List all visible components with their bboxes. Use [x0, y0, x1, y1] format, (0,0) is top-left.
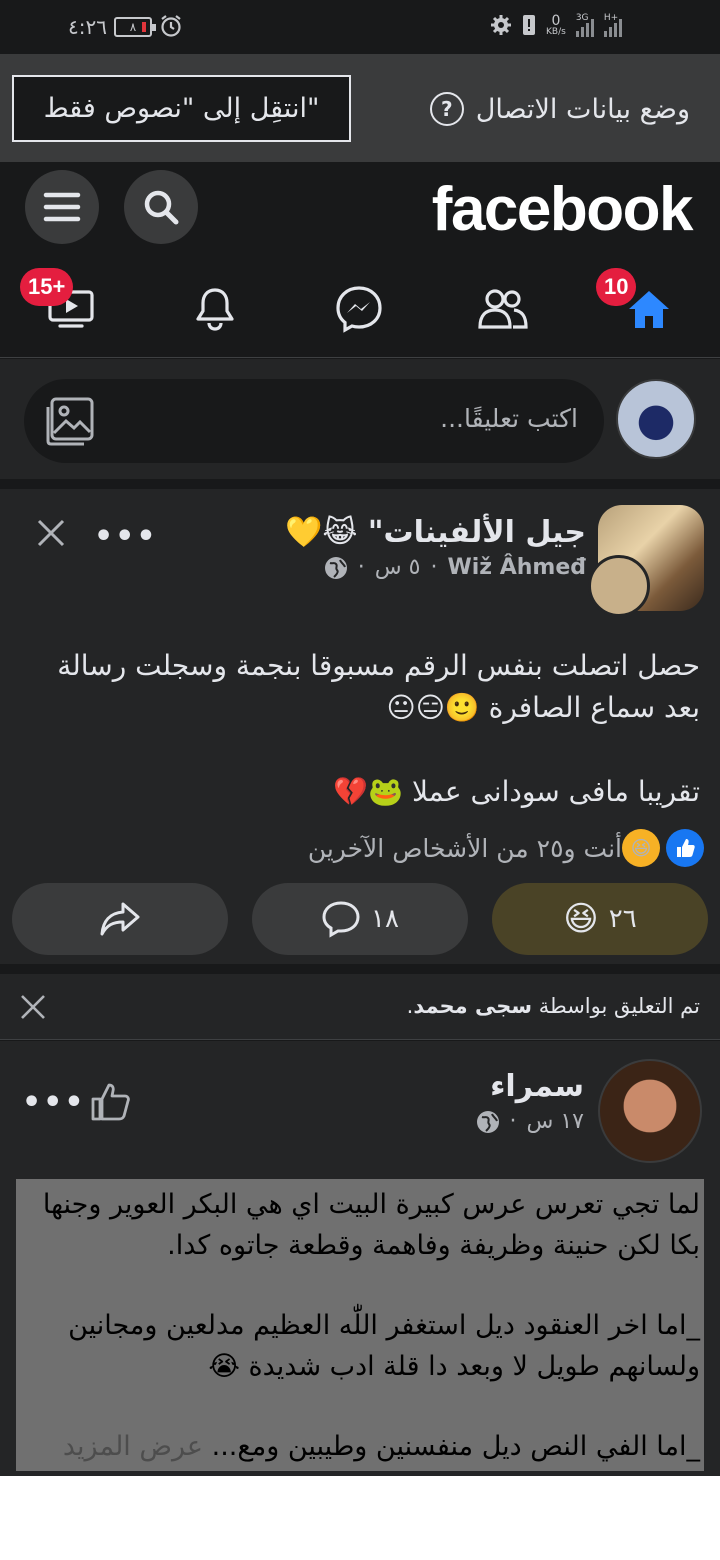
text-only-button[interactable]: انتقِل إلى "نصوص فقط"	[12, 75, 351, 142]
messenger-icon	[336, 286, 382, 333]
dismiss-close-icon[interactable]	[20, 994, 46, 1024]
status-bar: ٤:٢٦ ٨ 0 KB/s 3G H+	[0, 0, 720, 54]
settings-gear-icon	[490, 14, 512, 39]
menu-button[interactable]	[25, 170, 99, 244]
divider	[0, 479, 720, 489]
photo-icon[interactable]	[44, 395, 96, 451]
comment-button[interactable]: ١٨	[252, 883, 468, 955]
comment-notice: تم التعليق بواسطة سجى محمد.	[0, 974, 720, 1040]
facebook-logo[interactable]: facebook	[432, 174, 694, 245]
post-meta: Wiž Âhmeđ · ٥ س ·	[324, 555, 586, 580]
more-options-icon[interactable]: •••	[94, 519, 158, 554]
post-body: لما تجي تعرس عرس كبيرة البيت اي هي البكر…	[42, 1189, 700, 1462]
globe-icon	[324, 556, 347, 579]
home-badge: 10	[596, 268, 637, 306]
post-time[interactable]: ١٧ س	[527, 1109, 585, 1134]
reaction-button[interactable]: 😆 ٢٦	[492, 883, 708, 955]
reactions-text: أنت و٢٥ من الأشخاص الآخرين	[307, 833, 622, 863]
share-button[interactable]	[12, 883, 228, 955]
comment-composer: اكتب تعليقًا...	[0, 359, 720, 479]
hamburger-menu-icon	[43, 192, 81, 222]
battery-icon: ٨	[114, 17, 156, 37]
like-button[interactable]	[90, 1081, 132, 1127]
alarm-icon	[160, 14, 182, 42]
close-icon[interactable]	[36, 517, 66, 557]
thumbs-up-icon	[91, 1083, 130, 1121]
comment-placeholder: اكتب تعليقًا...	[440, 404, 578, 433]
author-name[interactable]: Wiž Âhmeđ	[447, 555, 586, 580]
post-body: حصل اتصلت بنفس الرقم مسبوقا بنجمة وسجلت …	[57, 649, 700, 808]
group-name[interactable]: جيل الألفينات" 😹💛	[285, 515, 586, 550]
comment-input[interactable]: اكتب تعليقًا...	[24, 379, 604, 463]
haha-icon: 😆	[563, 899, 599, 939]
bell-icon	[196, 288, 234, 331]
data-mode-bar: وضع بيانات الاتصال ? انتقِل إلى "نصوص فق…	[0, 54, 720, 162]
commenter-name[interactable]: سجى محمد	[413, 994, 532, 1018]
author-name[interactable]: سمراء	[490, 1069, 584, 1104]
reactions-summary[interactable]: 😆 أنت و٢٥ من الأشخاص الآخرين	[308, 829, 704, 867]
author-avatar[interactable]	[588, 555, 650, 617]
data-speed: 0 KB/s	[546, 12, 566, 37]
nav-bar: 10 15+	[0, 266, 720, 350]
user-avatar[interactable]	[616, 379, 696, 459]
signal-3g: 3G	[575, 13, 594, 37]
alert-icon	[522, 14, 536, 39]
like-reaction-icon	[666, 829, 704, 867]
post-meta: ١٧ س ·	[476, 1109, 585, 1134]
app-header: facebook 10 15+	[0, 162, 720, 358]
share-icon	[100, 902, 140, 936]
post-body-highlight: لما تجي تعرس عرس كبيرة البيت اي هي البكر…	[16, 1179, 704, 1471]
status-time: ٤:٢٦	[68, 15, 107, 39]
battery-level: ٨	[129, 20, 137, 34]
nav-friends[interactable]	[468, 274, 538, 344]
nav-home[interactable]: 10	[596, 268, 684, 344]
post-card: جيل الألفينات" 😹💛 Wiž Âhmeđ · ٥ س · ••• …	[0, 489, 720, 964]
author-avatar[interactable]	[598, 1059, 702, 1163]
data-mode-info[interactable]: وضع بيانات الاتصال ?	[429, 92, 690, 126]
post-time[interactable]: ٥ س	[375, 555, 421, 580]
haha-reaction-icon: 😆	[622, 829, 660, 867]
comment-icon	[322, 901, 360, 938]
see-more-link[interactable]: عرض المزيد	[63, 1431, 212, 1462]
comment-notice-text: تم التعليق بواسطة سجى محمد.	[406, 994, 700, 1018]
help-icon[interactable]: ?	[429, 92, 464, 126]
reaction-count: ٢٦	[608, 904, 637, 934]
globe-icon	[476, 1110, 499, 1133]
group-emojis: 😹💛	[285, 515, 358, 550]
app-screen: ٤:٢٦ ٨ 0 KB/s 3G H+ وضع بيانات الاتصال ?…	[0, 0, 720, 1476]
search-button[interactable]	[124, 170, 198, 244]
watch-badge: 15+	[20, 268, 74, 306]
more-options-icon[interactable]: •••	[22, 1085, 86, 1120]
post-card-2: سمراء ١٧ س · ••• لما تجي تعرس عرس كبيرة …	[0, 1041, 720, 1476]
divider	[0, 964, 720, 974]
signal-hplus: H+	[603, 13, 622, 37]
nav-messenger[interactable]	[324, 274, 394, 344]
nav-notifications[interactable]	[180, 274, 250, 344]
friends-icon	[478, 289, 528, 329]
nav-watch[interactable]: 15+	[20, 268, 106, 344]
data-mode-label: وضع بيانات الاتصال	[475, 93, 690, 125]
status-right: 0 KB/s 3G H+	[490, 12, 622, 39]
search-icon	[144, 190, 179, 225]
group-avatar[interactable]	[588, 505, 704, 617]
comment-count: ١٨	[371, 904, 399, 934]
